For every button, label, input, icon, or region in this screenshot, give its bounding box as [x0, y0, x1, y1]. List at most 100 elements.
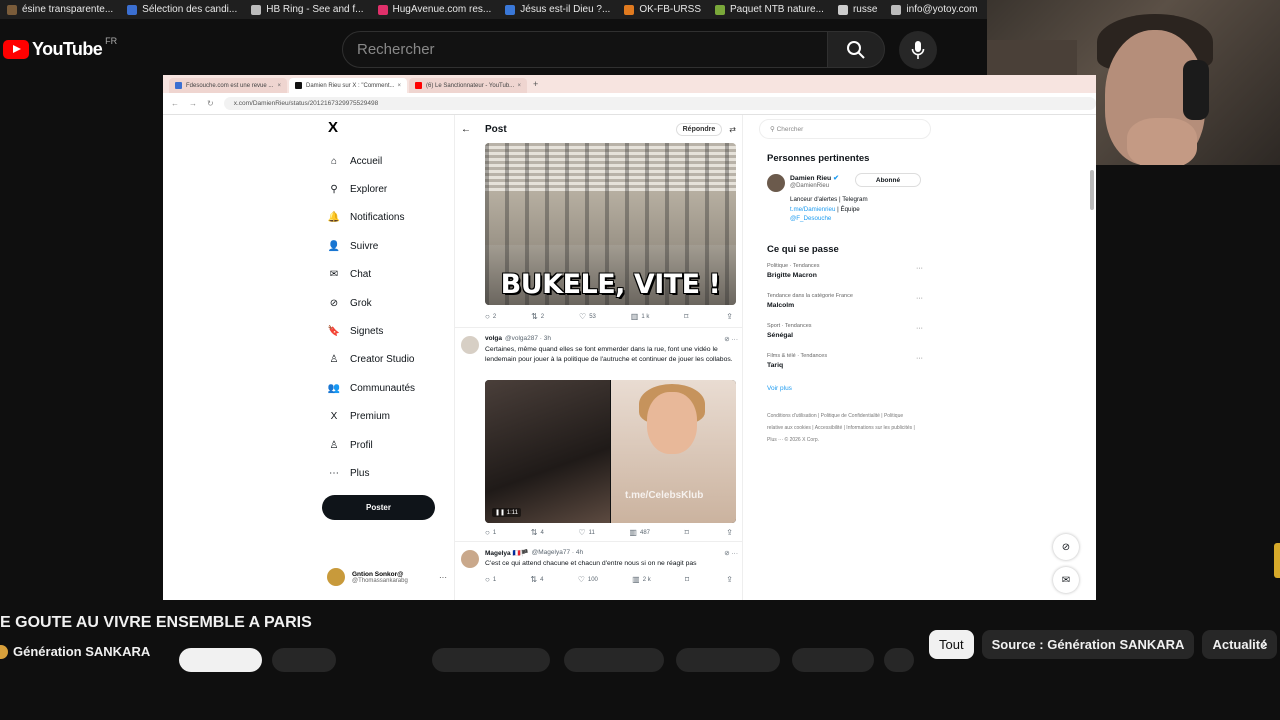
nav-item-grok[interactable]: ⊘ Grok	[323, 289, 453, 317]
more-icon[interactable]: ···	[916, 355, 923, 362]
nav-item-profil[interactable]: ♙ Profil	[323, 431, 453, 459]
x-logo-icon[interactable]: X	[328, 119, 453, 136]
like-action[interactable]: ♡ 100	[578, 575, 598, 584]
more-icon[interactable]: ···	[916, 265, 923, 272]
more-actions-button[interactable]	[884, 648, 914, 672]
tweet[interactable]: Magelya 🇫🇷🏴 @Magelya77 · 4h ⊘ ··· C'est …	[455, 541, 742, 600]
subscribe-button[interactable]	[179, 648, 262, 672]
bookmark-action[interactable]: ⌑	[685, 528, 692, 537]
repost-action[interactable]: ⇅ 4	[530, 575, 543, 584]
save-button[interactable]	[676, 648, 780, 672]
views-action[interactable]: ▥ 1 k	[631, 312, 650, 321]
bookmark-action[interactable]: ⌑	[684, 312, 691, 321]
more-icon[interactable]: ⊘ ···	[724, 335, 738, 343]
share-action[interactable]: ⇪	[726, 575, 736, 584]
reply-button[interactable]: Répondre	[675, 122, 723, 136]
trend-item[interactable]: Sport · Tendances Sénégal ···	[767, 323, 931, 353]
reply-action[interactable]: ○ 1	[485, 575, 496, 584]
bookmark-item[interactable]: Jésus est-il Dieu ?...	[498, 0, 617, 19]
nav-item-explorer[interactable]: ⚲ Explorer	[323, 175, 453, 203]
nav-item-notifications[interactable]: 🔔 Notifications	[323, 204, 453, 232]
browser-tab[interactable]: Fdesouche.com est une revue ... ×	[169, 78, 287, 93]
avatar[interactable]	[461, 336, 479, 354]
nav-item-creator-studio[interactable]: ♙ Creator Studio	[323, 346, 453, 374]
bio-link[interactable]: t.me/Damienrieu	[790, 206, 835, 213]
nav-item-suivre[interactable]: 👤 Suivre	[323, 232, 453, 260]
nav-item-plus[interactable]: ⋯ Plus	[323, 459, 453, 487]
settings-icon[interactable]: ⇄	[729, 125, 736, 134]
like-action[interactable]: ♡ 11	[578, 528, 594, 537]
bookmark-item[interactable]: Sélection des candi...	[120, 0, 244, 19]
channel-avatar[interactable]	[0, 644, 8, 659]
browser-tab[interactable]: Damien Rieu sur X : "Comment... ×	[289, 78, 407, 93]
messages-icon[interactable]: ✉	[1053, 567, 1079, 593]
bookmark-item[interactable]: HB Ring - See and f...	[244, 0, 370, 19]
reply-action[interactable]: ○ 1	[485, 528, 496, 537]
voice-search-button[interactable]	[899, 31, 937, 69]
reload-icon[interactable]: ↻	[207, 99, 214, 108]
trend-item[interactable]: Tendance dans la catégorie France Malcolm…	[767, 293, 931, 323]
forward-arrow-icon[interactable]: →	[189, 99, 197, 108]
more-icon[interactable]: ···	[916, 295, 923, 302]
tweet-image[interactable]: BUKELE, VITE !	[485, 143, 736, 305]
see-more-link[interactable]: Voir plus	[767, 385, 931, 392]
youtube-search-input[interactable]: Rechercher	[342, 31, 828, 68]
url-field[interactable]: x.com/DamienRieu/status/2012167329975529…	[223, 97, 1096, 110]
more-icon[interactable]: ⊘ ···	[724, 549, 738, 557]
x-search-input[interactable]: ⚲ Chercher	[759, 119, 931, 139]
share-action[interactable]: ⇪	[726, 528, 736, 537]
author-name[interactable]: volga	[485, 335, 502, 343]
post-button[interactable]: Poster	[322, 495, 435, 520]
more-icon[interactable]: ···	[916, 325, 923, 332]
bookmark-item[interactable]: ésine transparente...	[0, 0, 120, 19]
youtube-logo[interactable]: YouTube FR	[3, 36, 117, 60]
nav-item-premium[interactable]: X Premium	[323, 403, 453, 431]
views-action[interactable]: ▥ 2 k	[632, 575, 651, 584]
person-name-row[interactable]: Damien Rieu ✔	[790, 174, 839, 182]
bio-handle-link[interactable]: @F_Desouche	[790, 215, 831, 222]
scrollbar[interactable]	[1090, 170, 1094, 210]
avatar[interactable]	[767, 174, 785, 192]
like-action[interactable]: ♡ 53	[579, 312, 596, 321]
relevant-person-card[interactable]: Damien Rieu ✔ @DamienRieu Abonné Lanceur…	[767, 172, 931, 244]
author-name[interactable]: Magelya 🇫🇷🏴	[485, 549, 529, 557]
views-action[interactable]: ▥ 487	[629, 528, 650, 537]
channel-row[interactable]: Génération SANKARA	[0, 644, 150, 659]
youtube-search-button[interactable]	[827, 31, 885, 68]
chip[interactable]: Source : Génération SANKARA	[981, 630, 1195, 659]
repost-action[interactable]: ⇅ 4	[531, 528, 544, 537]
video-player-screen[interactable]: Fdesouche.com est une revue ... × Damien R…	[163, 75, 1096, 600]
avatar[interactable]	[461, 550, 479, 568]
nav-item-accueil[interactable]: ⌂ Accueil	[323, 147, 453, 175]
bookmark-item[interactable]: Paquet NTB nature...	[708, 0, 831, 19]
channel-name[interactable]: Génération SANKARA	[13, 644, 150, 659]
account-switcher[interactable]: Gntion Sonkor@ @Thomassankarabg ···	[327, 565, 447, 589]
back-arrow-icon[interactable]: ←	[171, 99, 179, 108]
following-button[interactable]: Abonné	[855, 173, 921, 187]
tweet[interactable]: volga @volga287 · 3h ⊘ ··· Certaines, mê…	[455, 327, 742, 540]
chevron-right-icon[interactable]: ›	[1262, 635, 1267, 653]
close-tab-icon[interactable]: ×	[277, 83, 281, 89]
bookmark-action[interactable]: ⌑	[685, 575, 692, 584]
trend-item[interactable]: Politique · Tendances Brigitte Macron ···	[767, 263, 931, 293]
share-button[interactable]	[564, 648, 664, 672]
close-tab-icon[interactable]: ×	[397, 83, 401, 89]
new-tab-button[interactable]: +	[533, 79, 538, 89]
notification-bell-button[interactable]	[272, 648, 336, 672]
bookmark-item[interactable]: russe	[831, 0, 884, 19]
bookmark-item[interactable]: info@yotoy.com	[884, 0, 984, 19]
thanks-button[interactable]	[792, 648, 874, 672]
back-arrow-icon[interactable]: ←	[461, 124, 471, 135]
repost-action[interactable]: ⇅ 2	[531, 312, 544, 321]
share-action[interactable]: ⇪	[726, 312, 736, 321]
nav-item-signets[interactable]: 🔖 Signets	[323, 317, 453, 345]
grok-icon[interactable]: ⊘	[1053, 534, 1079, 560]
reply-action[interactable]: ○ 2	[485, 312, 496, 321]
nav-item-chat[interactable]: ✉ Chat	[323, 261, 453, 289]
close-tab-icon[interactable]: ×	[517, 83, 521, 89]
bookmark-item[interactable]: OK-FB-URSS	[617, 0, 708, 19]
more-icon[interactable]: ···	[439, 573, 447, 582]
like-button[interactable]	[432, 648, 550, 672]
bookmark-item[interactable]: HugAvenue.com res...	[371, 0, 499, 19]
browser-tab[interactable]: (6) Le Sanctionnateur - YouTub... ×	[409, 78, 527, 93]
